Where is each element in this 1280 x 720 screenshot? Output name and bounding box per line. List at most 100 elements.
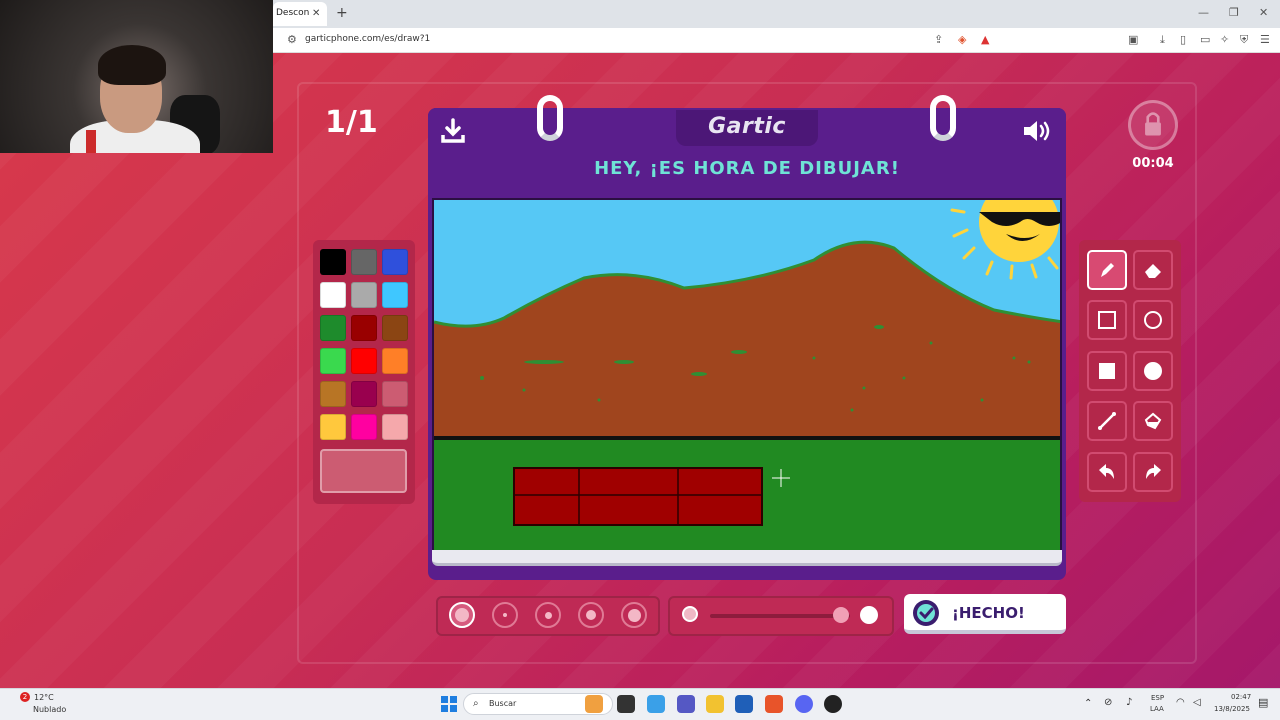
tray-mic-icon[interactable]: ♪ [1126,697,1132,708]
vpn-icon[interactable]: ⛨ [1240,33,1248,47]
webcam-shirt-stripe [86,130,96,153]
brush-size-option[interactable] [535,602,561,628]
redo-icon [1146,464,1161,479]
tray-chevron-icon[interactable]: ⌃ [1084,698,1092,709]
clock-time[interactable]: 02:47 [1231,693,1251,701]
notebook-page-edge [432,550,1062,566]
brush-size-option[interactable] [578,602,604,628]
brush-size-option[interactable] [449,602,475,628]
speaker-icon [1024,121,1050,141]
tray-network-icon[interactable]: ⊘ [1104,697,1112,708]
color-swatch[interactable] [382,249,408,275]
color-swatch[interactable] [382,381,408,407]
lock-icon [1145,112,1161,136]
color-swatch[interactable] [382,282,408,308]
rectangle-filled-tool[interactable] [1087,351,1127,391]
leo-ai-icon[interactable]: ✧ [1220,33,1229,46]
drawing-canvas[interactable] [432,198,1062,552]
eraser-tool[interactable] [1133,250,1173,290]
obs-icon[interactable] [824,695,842,713]
color-swatch[interactable] [351,315,377,341]
language-code[interactable]: ESP [1151,694,1164,702]
webcam-overlay [0,0,273,153]
language-layout[interactable]: LAA [1150,705,1164,713]
close-window-button[interactable]: ✕ [1259,6,1268,19]
clock-date[interactable]: 13/8/2025 [1214,705,1250,713]
reader-icon[interactable]: ▣ [1128,33,1138,46]
brave-shield-icon[interactable]: ◈ [958,33,966,46]
url-text[interactable]: garticphone.com/es/draw?1 [305,34,430,44]
share-icon[interactable]: ⇪ [934,33,943,46]
color-swatch[interactable] [320,414,346,440]
tab-close-icon[interactable]: ✕ [312,8,320,19]
download-drawing-button[interactable] [440,118,466,144]
file-explorer-icon[interactable] [706,695,724,713]
timer: 00:04 [1132,156,1174,171]
site-settings-icon[interactable]: ⚙ [287,33,297,46]
color-swatch[interactable] [382,315,408,341]
brush-size-option[interactable] [492,602,518,628]
weather-temp[interactable]: 12°C [34,693,54,702]
volume-icon[interactable]: ◁ [1193,697,1201,708]
sidebar-icon[interactable]: ▯ [1180,33,1186,46]
search-placeholder: Buscar [489,699,517,708]
ellipse-filled-tool[interactable] [1133,351,1173,391]
minimize-button[interactable]: — [1198,6,1209,19]
opacity-low-icon [682,606,698,622]
color-swatch[interactable] [351,282,377,308]
opacity-slider-thumb[interactable] [833,607,849,623]
pencil-icon [1101,263,1114,277]
undo-tool[interactable] [1087,452,1127,492]
eraser-icon [1145,264,1161,278]
wifi-icon[interactable]: ◠ [1176,697,1185,708]
windows-start-icon[interactable] [441,696,457,712]
line-icon [1098,412,1116,430]
current-color-swatch [320,449,407,493]
opacity-slider-track[interactable] [710,614,850,618]
task-view-icon[interactable] [617,695,635,713]
check-icon [913,600,939,626]
teams-icon[interactable] [677,695,695,713]
ellipse-outline-icon [1144,311,1162,329]
lock-button[interactable] [1128,100,1178,150]
line-tool[interactable] [1087,401,1127,441]
sound-toggle-button[interactable] [1022,118,1056,144]
pencil-tool[interactable] [1087,250,1127,290]
weather-desc[interactable]: Nublado [33,705,66,714]
color-swatch[interactable] [382,348,408,374]
brush-size-option[interactable] [621,602,647,628]
fill-bucket-tool[interactable] [1133,401,1173,441]
rectangle-outline-tool[interactable] [1087,300,1127,340]
menu-icon[interactable]: ☰ [1260,33,1270,46]
download-icon[interactable]: ⤓ [1160,33,1165,47]
copilot-icon[interactable] [647,695,665,713]
store-icon[interactable] [735,695,753,713]
round-counter: 1/1 [325,105,378,140]
brave-browser-icon[interactable] [765,695,783,713]
color-swatch[interactable] [382,414,408,440]
download-icon [441,118,465,143]
color-swatch[interactable] [351,381,377,407]
color-swatch[interactable] [320,282,346,308]
color-swatch[interactable] [351,414,377,440]
wallet-icon[interactable]: ▭ [1200,33,1210,46]
new-tab-button[interactable]: + [336,5,348,21]
ellipse-filled-icon [1144,362,1162,380]
rectangle-outline-icon [1098,311,1116,329]
discord-icon[interactable] [795,695,813,713]
fill-bucket-icon [1144,412,1162,430]
brave-rewards-icon[interactable]: ▲ [981,33,989,46]
restore-button[interactable]: ❐ [1229,6,1239,19]
color-swatch[interactable] [320,348,346,374]
color-swatch[interactable] [351,348,377,374]
search-highlight-icon[interactable] [585,695,603,713]
color-swatch[interactable] [320,249,346,275]
notifications-icon[interactable]: ▤ [1258,696,1268,709]
ellipse-outline-tool[interactable] [1133,300,1173,340]
color-swatch[interactable] [320,315,346,341]
color-swatch[interactable] [320,381,346,407]
browser-tab-strip [273,0,1280,28]
rectangle-filled-icon [1099,363,1115,379]
color-swatch[interactable] [351,249,377,275]
redo-tool[interactable] [1133,452,1173,492]
